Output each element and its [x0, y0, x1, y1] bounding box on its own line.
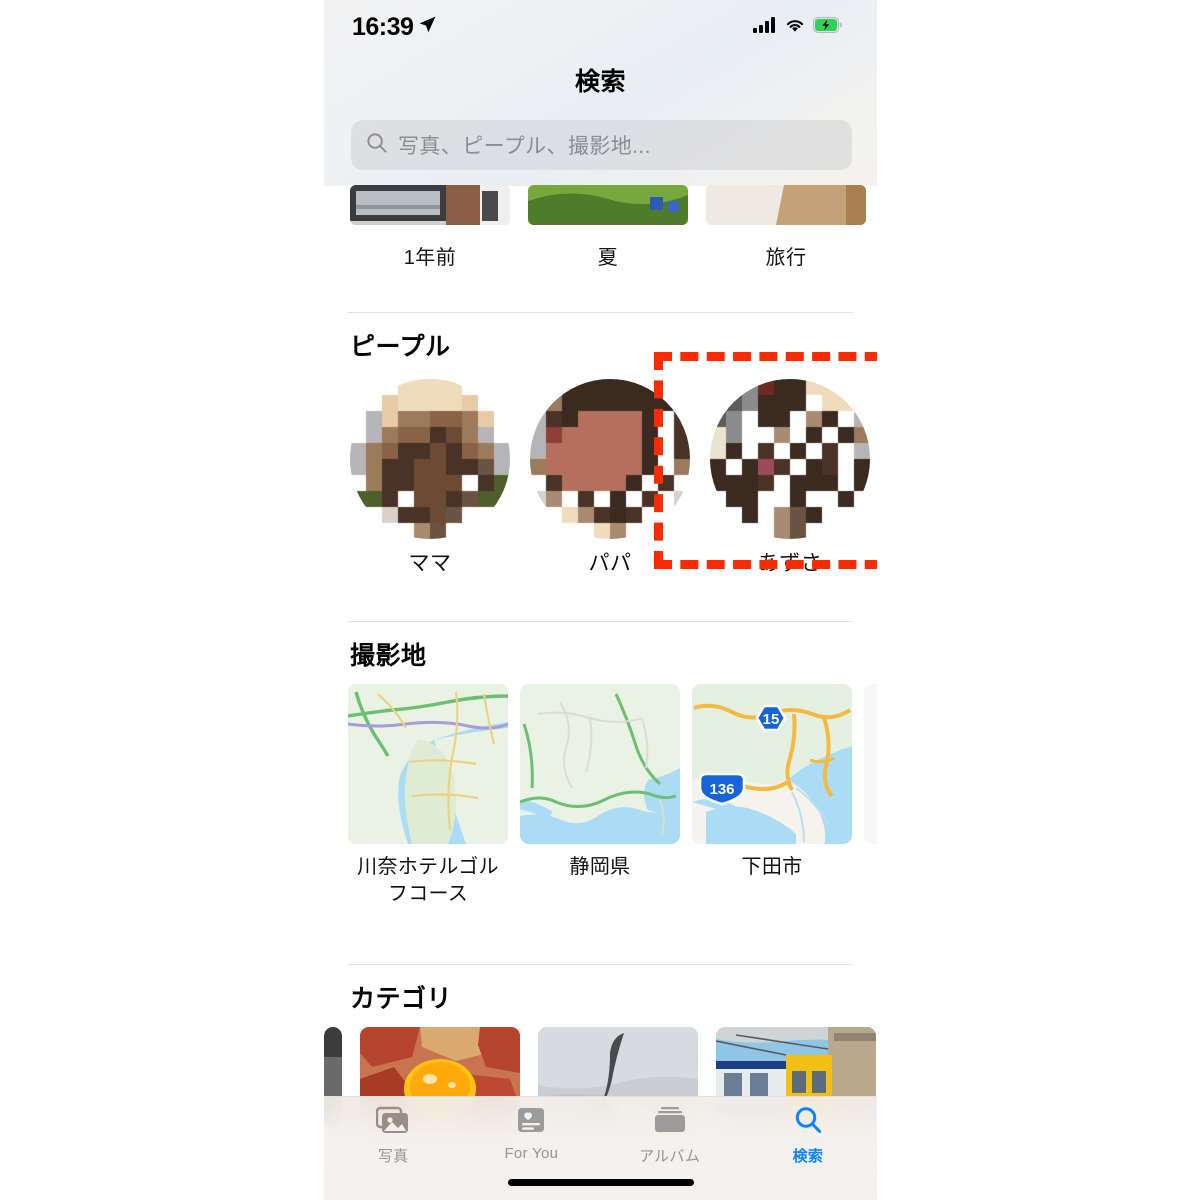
- places-section-title: 撮影地: [350, 642, 427, 670]
- status-bar-left: 16:39: [352, 13, 437, 42]
- memories-row[interactable]: 1年前 夏 旅行: [324, 185, 877, 270]
- search-input[interactable]: 写真、ピープル、撮影地...: [398, 130, 651, 160]
- memory-label: 旅行: [765, 247, 807, 269]
- place-item[interactable]: 川奈ホテルゴルフコース: [348, 684, 508, 908]
- place-map-thumbnail[interactable]: [520, 684, 680, 844]
- places-row[interactable]: 川奈ホテルゴルフコース 静岡県 15 136 下田市: [324, 682, 877, 908]
- svg-text:136: 136: [709, 781, 734, 798]
- avatar[interactable]: [710, 379, 870, 539]
- status-clock: 16:39: [352, 12, 414, 41]
- place-item-peek[interactable]: [864, 684, 877, 908]
- memory-label: 1年前: [403, 247, 457, 269]
- place-label: 下田市: [741, 856, 803, 878]
- people-section-title: ピープル: [350, 333, 451, 361]
- home-indicator[interactable]: [507, 1179, 694, 1186]
- categories-section-title: カテゴリ: [350, 985, 453, 1013]
- screenshot-root: 16:39 検索 写真、ピープル、撮影地... 1年前 夏 旅行 ピープル ママ…: [0, 0, 1200, 1200]
- for-you-heart-card-icon: [516, 1105, 546, 1140]
- search-bar[interactable]: 写真、ピープル、撮影地...: [351, 120, 852, 170]
- tab-albums[interactable]: アルバム: [601, 1105, 739, 1166]
- page-title: 検索: [574, 68, 626, 96]
- tab-label: 写真: [377, 1148, 409, 1165]
- svg-text:15: 15: [763, 711, 780, 728]
- status-bar-right: [753, 16, 843, 38]
- person-label: あずさ: [757, 552, 823, 575]
- avatar[interactable]: [350, 379, 510, 539]
- tab-search[interactable]: 検索: [739, 1105, 877, 1166]
- header: 16:39 検索 写真、ピープル、撮影地...: [324, 0, 877, 186]
- tab-label: For You: [504, 1145, 559, 1162]
- person-label: ママ: [408, 552, 452, 575]
- tab-bar: 写真 For You アルバム 検索: [324, 1096, 877, 1200]
- cellular-bars-icon: [753, 16, 777, 38]
- search-icon: [792, 1105, 824, 1140]
- place-label: 静岡県: [569, 856, 631, 878]
- albums-icon: [653, 1105, 687, 1140]
- place-label: 川奈ホテルゴルフコース: [357, 856, 499, 905]
- place-map-thumbnail[interactable]: [348, 684, 508, 844]
- place-map-thumbnail[interactable]: [864, 684, 877, 844]
- place-map-thumbnail[interactable]: 15 136: [692, 684, 852, 844]
- people-row[interactable]: ママ パパ あずさ: [324, 373, 877, 577]
- person-label: パパ: [588, 552, 632, 575]
- memory-thumbnail[interactable]: [528, 185, 688, 225]
- battery-charging-icon: [813, 16, 843, 38]
- place-item[interactable]: 静岡県: [520, 684, 680, 908]
- memory-thumbnail[interactable]: [706, 185, 866, 225]
- person-item[interactable]: あずさ: [706, 379, 874, 577]
- wifi-icon: [784, 17, 806, 38]
- status-bar: 16:39: [324, 0, 877, 54]
- location-arrow-icon: [418, 15, 437, 39]
- memory-item[interactable]: 夏: [528, 185, 688, 270]
- memory-item[interactable]: 旅行: [706, 185, 866, 270]
- phone-screen: 16:39 検索 写真、ピープル、撮影地... 1年前 夏 旅行 ピープル ママ…: [324, 0, 877, 1200]
- tab-photos[interactable]: 写真: [324, 1105, 462, 1166]
- search-icon: [365, 131, 388, 159]
- person-item[interactable]: ママ: [346, 379, 514, 577]
- route-shield-15: 15: [755, 704, 787, 732]
- avatar[interactable]: [530, 379, 690, 539]
- place-item[interactable]: 15 136 下田市: [692, 684, 852, 908]
- tab-label: 検索: [792, 1148, 824, 1165]
- tab-label: アルバム: [639, 1148, 701, 1165]
- scroll-content[interactable]: 1年前 夏 旅行 ピープル ママ パパ あずさ 撮影地 川奈ホテルゴルフコース …: [324, 185, 877, 1127]
- photos-icon: [375, 1105, 410, 1140]
- person-item[interactable]: パパ: [526, 379, 694, 577]
- tab-for-you[interactable]: For You: [462, 1105, 600, 1162]
- memory-item[interactable]: 1年前: [350, 185, 510, 270]
- memory-label: 夏: [597, 247, 619, 269]
- memory-thumbnail[interactable]: [350, 185, 510, 225]
